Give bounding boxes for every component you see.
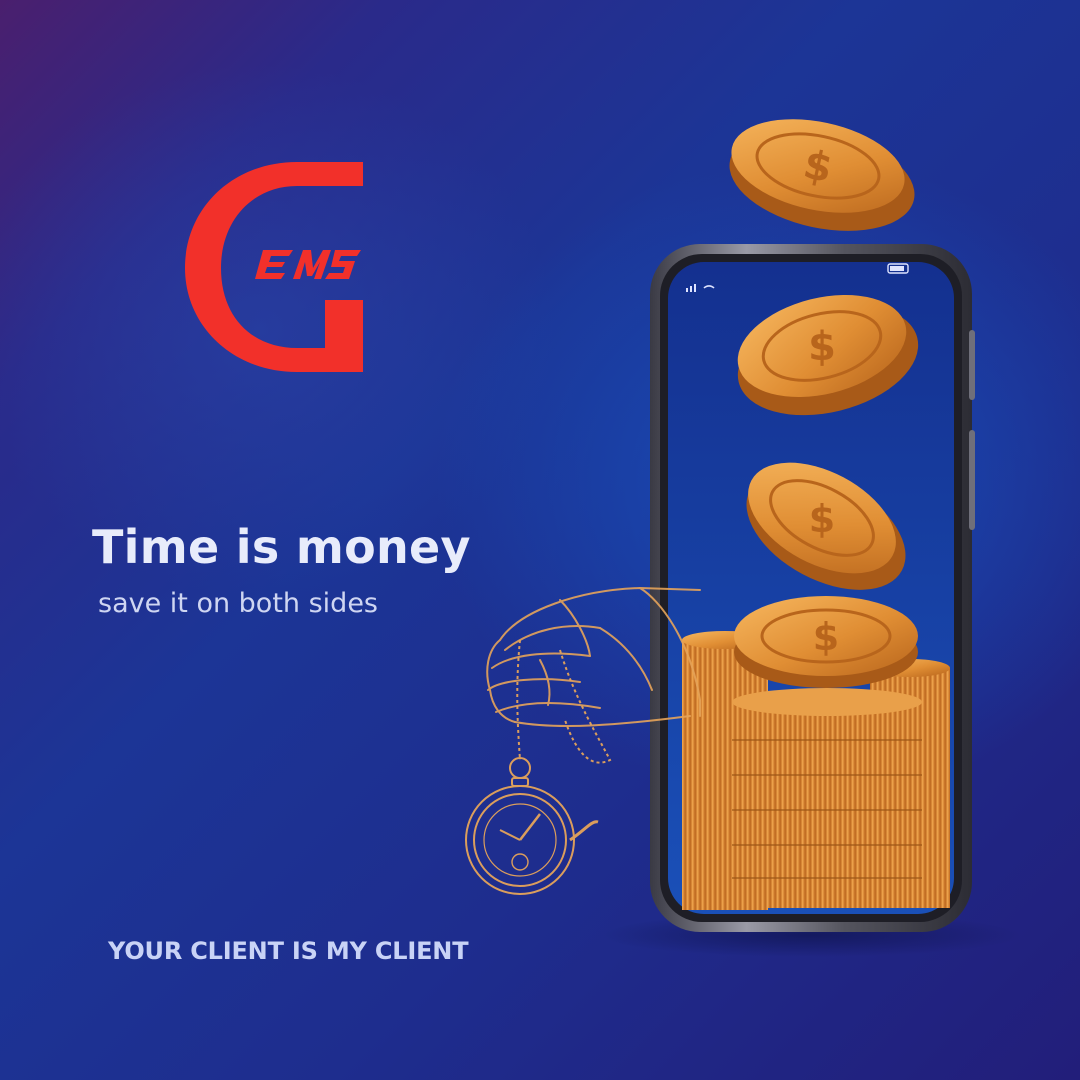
- falling-coin-top: $: [729, 119, 915, 231]
- headline: Time is money: [92, 520, 471, 574]
- falling-coin-4: $: [734, 596, 918, 688]
- ad-canvas: $ $ $ $ Time is money save it on both si…: [0, 0, 1080, 1080]
- gems-logo: [185, 162, 363, 372]
- side-button: [969, 330, 975, 400]
- logo-lettering: [255, 250, 361, 279]
- side-button: [969, 430, 975, 530]
- svg-text:$: $: [808, 324, 836, 370]
- svg-text:$: $: [809, 497, 835, 541]
- tagline: YOUR CLIENT IS MY CLIENT: [108, 937, 469, 965]
- subheadline: save it on both sides: [98, 588, 378, 619]
- svg-text:$: $: [813, 615, 839, 659]
